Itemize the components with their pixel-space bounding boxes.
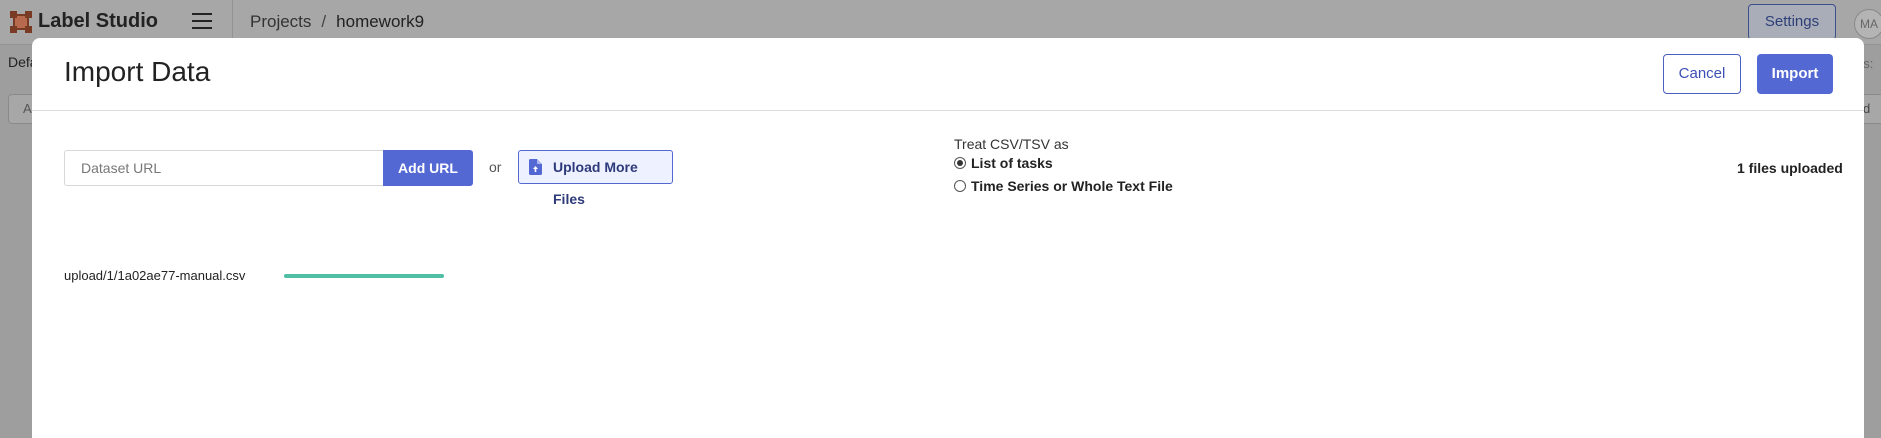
menu-icon[interactable] xyxy=(192,13,212,31)
upload-button-label: Upload More Files xyxy=(553,159,638,207)
import-data-modal: Import Data Cancel Import Add URL or Upl… xyxy=(32,38,1864,438)
radio-list-of-tasks[interactable]: List of tasks xyxy=(954,155,1053,171)
radio-label: List of tasks xyxy=(971,155,1053,171)
files-uploaded-count: 1 files uploaded xyxy=(1737,160,1843,176)
radio-button-checked[interactable] xyxy=(954,157,966,169)
treat-csv-label: Treat CSV/TSV as xyxy=(954,136,1069,152)
or-separator-text: or xyxy=(489,159,502,175)
import-button[interactable]: Import xyxy=(1757,54,1833,94)
label-studio-logo-icon xyxy=(10,10,32,33)
avatar[interactable]: MA xyxy=(1854,9,1881,39)
modal-title: Import Data xyxy=(64,56,211,87)
radio-button-unchecked[interactable] xyxy=(954,180,966,192)
breadcrumb: Projects / homework9 xyxy=(250,12,424,32)
app-name: Label Studio xyxy=(38,10,158,32)
breadcrumb-project-name[interactable]: homework9 xyxy=(336,12,424,31)
uploaded-file-name: upload/1/1a02ae77-manual.csv xyxy=(64,268,246,283)
upload-progress-fill xyxy=(284,274,444,278)
upload-progress-bar xyxy=(284,274,444,278)
file-upload-icon xyxy=(529,159,542,175)
cancel-button[interactable]: Cancel xyxy=(1663,54,1741,94)
dataset-url-input[interactable] xyxy=(64,150,384,186)
breadcrumb-projects[interactable]: Projects xyxy=(250,12,311,31)
radio-label: Time Series or Whole Text File xyxy=(971,178,1173,194)
breadcrumb-separator: / xyxy=(321,12,327,31)
add-url-button[interactable]: Add URL xyxy=(383,150,473,186)
app-logo[interactable]: Label Studio xyxy=(10,10,158,33)
upload-more-files-button[interactable]: Upload More Files xyxy=(518,150,673,207)
settings-button[interactable]: Settings xyxy=(1748,4,1836,40)
modal-header: Import Data Cancel Import xyxy=(32,38,1864,111)
radio-time-series[interactable]: Time Series or Whole Text File xyxy=(954,178,1173,194)
